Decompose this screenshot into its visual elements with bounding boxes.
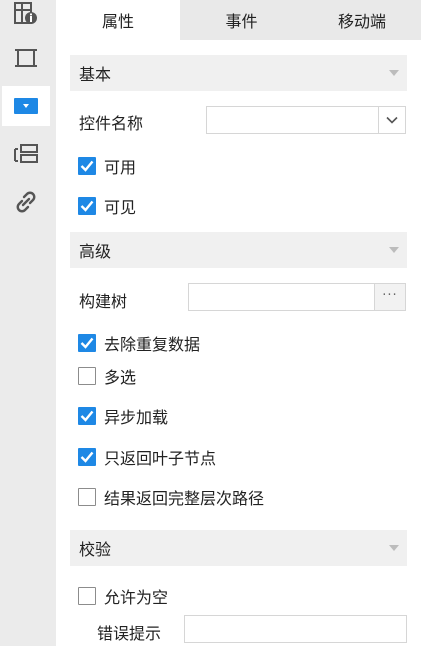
control-name-select[interactable]	[206, 106, 406, 134]
tab-mobile[interactable]: 移动端	[303, 0, 421, 40]
tab-properties[interactable]: 属性	[56, 0, 180, 40]
section-validation-title: 校验	[79, 540, 112, 559]
checkbox-empty-icon	[78, 488, 96, 506]
leaf-only-checkbox[interactable]: 只返回叶子节点	[78, 445, 216, 469]
section-advanced-header[interactable]: 高级	[70, 232, 407, 268]
build-tree-label: 构建树	[79, 292, 128, 311]
async-load-label: 异步加载	[104, 408, 169, 427]
async-load-checkbox[interactable]: 异步加载	[78, 404, 168, 428]
checkbox-empty-icon	[78, 587, 96, 605]
visible-checkbox[interactable]: 可见	[78, 194, 136, 218]
enabled-label: 可用	[104, 158, 137, 177]
remove-duplicates-label: 去除重复数据	[104, 335, 201, 354]
tab-events[interactable]: 事件	[180, 0, 303, 40]
check-icon	[78, 157, 96, 175]
collapse-caret-icon	[389, 70, 399, 76]
link-chain-icon[interactable]	[2, 182, 50, 222]
list-layers-icon[interactable]	[2, 134, 50, 174]
collapse-caret-icon	[389, 545, 399, 551]
left-toolbar	[0, 0, 56, 646]
enabled-checkbox[interactable]: 可用	[78, 154, 136, 178]
checkbox-empty-icon	[78, 367, 96, 385]
remove-duplicates-checkbox[interactable]: 去除重复数据	[78, 331, 200, 355]
build-tree-more-button[interactable]: ···	[374, 284, 405, 310]
leaf-only-label: 只返回叶子节点	[104, 449, 217, 468]
full-path-label: 结果返回完整层次路径	[104, 489, 265, 508]
allow-empty-checkbox[interactable]: 允许为空	[78, 584, 168, 608]
error-tip-input[interactable]	[184, 615, 407, 643]
section-advanced-title: 高级	[79, 242, 112, 261]
check-icon	[78, 197, 96, 215]
property-panel: 属性 事件 移动端 基本 控件名称 可用 可见 高级 构建树 ··· 去除重复数…	[56, 0, 421, 646]
check-icon	[78, 407, 96, 425]
check-icon	[78, 448, 96, 466]
collapse-caret-icon	[389, 247, 399, 253]
section-basic-header[interactable]: 基本	[70, 55, 407, 91]
info-table-icon[interactable]	[2, 0, 50, 34]
multi-select-label: 多选	[104, 368, 137, 387]
error-tip-label: 错误提示	[97, 624, 162, 643]
select-divider	[378, 107, 379, 133]
dropdown-widget-icon[interactable]	[2, 86, 50, 126]
allow-empty-label: 允许为空	[104, 588, 169, 607]
section-basic-title: 基本	[79, 65, 112, 84]
full-path-checkbox[interactable]: 结果返回完整层次路径	[78, 485, 264, 509]
multi-select-checkbox[interactable]: 多选	[78, 364, 136, 388]
chevron-down-icon[interactable]	[385, 114, 399, 126]
crop-frame-icon[interactable]	[2, 38, 50, 78]
tab-bar: 属性 事件 移动端	[56, 0, 421, 40]
section-validation-header[interactable]: 校验	[70, 530, 407, 566]
build-tree-input[interactable]: ···	[188, 283, 406, 311]
control-name-label: 控件名称	[79, 114, 144, 133]
visible-label: 可见	[104, 198, 137, 217]
check-icon	[78, 334, 96, 352]
